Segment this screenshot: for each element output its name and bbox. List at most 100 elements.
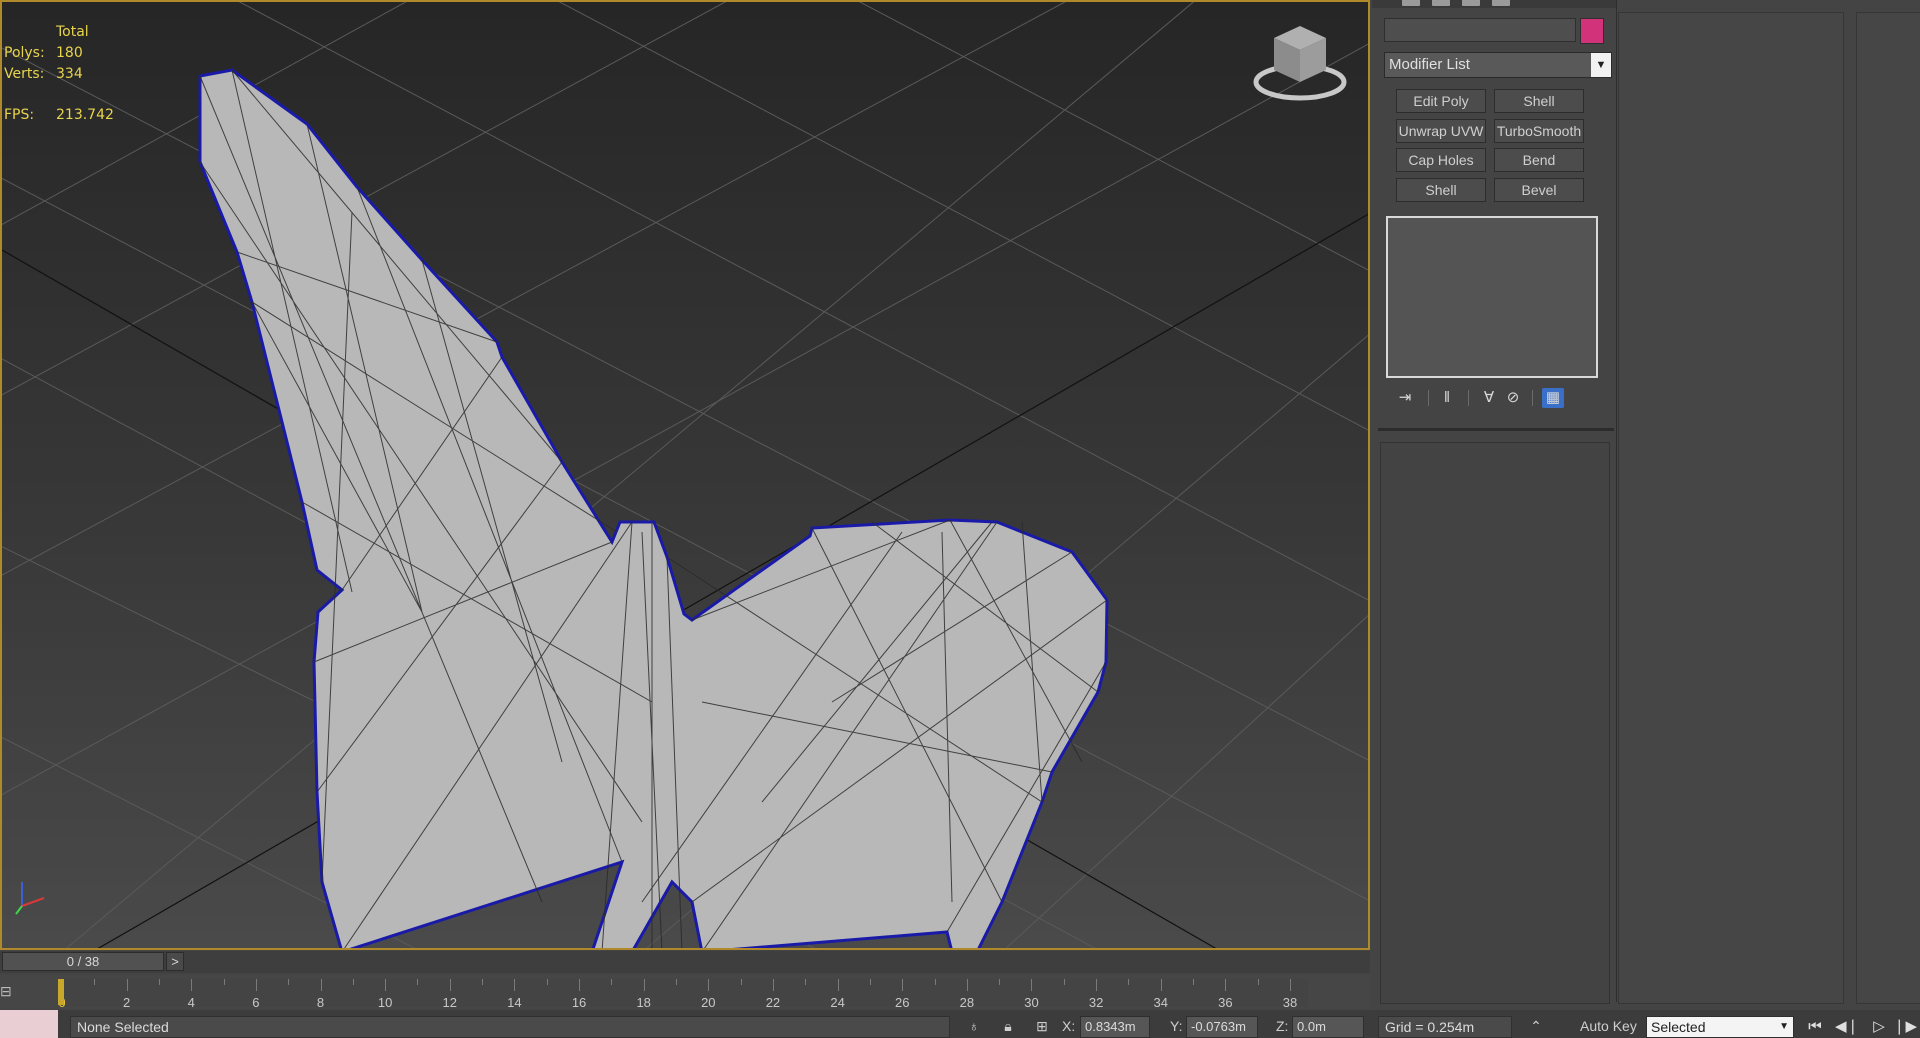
frame-tick-label: 12 (442, 995, 458, 1010)
frame-tick (966, 979, 968, 991)
perspective-viewport[interactable]: Total Polys: 180 Verts: 334 FPS: 213.742 (0, 0, 1370, 950)
frame-tick-label: 24 (830, 995, 845, 1010)
frame-tick-label: 28 (959, 995, 975, 1010)
frame-tick (1031, 979, 1033, 991)
auto-key-button[interactable]: Auto Key (1580, 1018, 1637, 1034)
modifier-list-label: Modifier List (1389, 56, 1470, 73)
frame-tick (94, 979, 96, 985)
command-panel-tabs (1372, 0, 1616, 8)
next-frame-icon[interactable]: ❘▶ (1892, 1016, 1918, 1038)
frame-tick (1128, 979, 1130, 985)
key-icon[interactable]: ⌃ (1526, 1016, 1546, 1036)
previous-frame-icon[interactable]: ◀❘ (1834, 1016, 1860, 1038)
frame-tick-label: 22 (765, 995, 781, 1010)
frame-tick (546, 979, 548, 985)
bevel-button[interactable]: Bevel (1494, 178, 1584, 202)
viewcube-icon[interactable] (1252, 20, 1348, 104)
frame-tick (1225, 979, 1227, 991)
shell-button[interactable]: Shell (1494, 89, 1584, 113)
object-color-swatch[interactable] (1580, 18, 1604, 44)
absolute-mode-icon[interactable]: ⊞ (1032, 1016, 1052, 1036)
maxscript-listener-mini[interactable] (0, 1010, 58, 1038)
chevron-down-icon[interactable]: ▼ (1591, 53, 1611, 77)
frame-tick (482, 979, 484, 985)
frame-tick-label: 20 (701, 995, 716, 1010)
play-icon[interactable]: ▷ (1866, 1016, 1892, 1038)
frame-tick (1096, 979, 1098, 991)
frame-tick (1063, 979, 1065, 985)
frame-tick (1257, 979, 1259, 985)
frame-tick-label: 10 (377, 995, 393, 1010)
motion-tab-icon[interactable] (1462, 0, 1480, 6)
polys-label: Polys: (4, 45, 45, 61)
frame-tick (223, 979, 225, 985)
rollout-area (1380, 442, 1610, 1004)
next-frame-button[interactable]: > (166, 952, 184, 971)
modifier-stack[interactable] (1386, 216, 1598, 378)
frame-tick (579, 979, 581, 991)
object-name-field[interactable] (1384, 18, 1576, 42)
panel-divider (1378, 428, 1614, 431)
time-slider-thumb[interactable]: 0 / 38 (2, 952, 164, 971)
y-coord-field[interactable]: -0.0763m (1186, 1016, 1258, 1038)
frame-tick (837, 979, 839, 991)
edit-poly-button[interactable]: Edit Poly (1396, 89, 1486, 113)
frame-tick (805, 979, 807, 985)
remove-modifier-icon[interactable]: ⊘ (1502, 388, 1524, 408)
cap-holes-button[interactable]: Cap Holes (1396, 148, 1486, 172)
axis-tripod-icon (15, 882, 45, 915)
frame-tick-label: 8 (316, 995, 325, 1010)
frame-tick (1193, 979, 1195, 985)
turbosmooth-button[interactable]: TurboSmooth (1494, 119, 1584, 143)
butterfly-mesh[interactable] (198, 68, 1109, 950)
display-tab-icon[interactable] (1492, 0, 1510, 6)
unwrap-uvw-button[interactable]: Unwrap UVW (1396, 119, 1486, 143)
frame-tick-label: 14 (507, 995, 522, 1010)
go-to-start-icon[interactable]: ⏮ (1802, 1016, 1828, 1038)
frame-tick (934, 979, 936, 985)
frame-tick-label: 32 (1088, 995, 1104, 1010)
configure-modifier-sets-icon[interactable]: ▦ (1542, 388, 1564, 408)
modify-tab-icon[interactable] (1402, 0, 1420, 6)
modifier-list-dropdown[interactable]: Modifier List ▼ (1384, 52, 1612, 78)
frame-tick (740, 979, 742, 985)
shell-button-2[interactable]: Shell (1396, 178, 1486, 202)
frame-tick (288, 979, 290, 985)
frame-tick (869, 979, 871, 985)
frame-tick (902, 979, 904, 991)
lock-selection-icon[interactable]: 🔒︎ (998, 1016, 1018, 1036)
show-end-result-icon[interactable]: ‖ (1436, 388, 1458, 408)
x-coord-label: X: (1062, 1018, 1076, 1034)
frame-ruler[interactable]: 02468101214161820222426283032343638 (58, 979, 1308, 1010)
frame-tick-label: 16 (571, 995, 587, 1010)
frame-tick (999, 979, 1001, 985)
frame-tick-label: 34 (1153, 995, 1168, 1010)
frame-tick (385, 979, 387, 991)
modifier-stack-toolbar: ⇥ ‖ ∀ ⊘ ▦ (1394, 388, 1594, 408)
current-frame-marker[interactable] (58, 979, 64, 1005)
stats-total-label: Total (56, 24, 89, 40)
pin-stack-icon[interactable]: ⇥ (1394, 388, 1416, 408)
track-bar[interactable]: ⊟ 02468101214161820222426283032343638 (0, 975, 1370, 1010)
status-bar: None Selected ♁ 🔒︎ ⊞ X: 0.8343m Y: -0.07… (0, 1010, 1920, 1038)
verts-label: Verts: (4, 66, 45, 82)
frame-tick-label: 6 (252, 995, 260, 1010)
fps-value: 213.742 (56, 107, 114, 123)
time-slider[interactable]: 0 / 38 > (0, 951, 1370, 973)
x-coord-field[interactable]: 0.8343m (1080, 1016, 1150, 1038)
verts-value: 334 (56, 66, 83, 82)
z-coord-field[interactable]: 0.0m (1292, 1016, 1364, 1038)
hierarchy-tab-icon[interactable] (1432, 0, 1450, 6)
scene-canvas[interactable] (2, 2, 1370, 950)
make-unique-icon[interactable]: ∀ (1478, 388, 1500, 408)
frame-tick (611, 979, 613, 985)
frame-tick (514, 979, 516, 991)
key-mode-dropdown[interactable]: Selected ▼ (1646, 1016, 1794, 1038)
frame-tick (708, 979, 710, 991)
command-panel: Modifier List ▼ Edit Poly Shell Unwrap U… (1372, 0, 1617, 1004)
bend-button[interactable]: Bend (1494, 148, 1584, 172)
curve-editor-icon[interactable]: ⊟ (0, 983, 22, 1001)
frame-tick (1160, 979, 1162, 991)
isolate-selection-icon[interactable]: ♁ (964, 1016, 984, 1036)
frame-tick (1290, 979, 1291, 991)
